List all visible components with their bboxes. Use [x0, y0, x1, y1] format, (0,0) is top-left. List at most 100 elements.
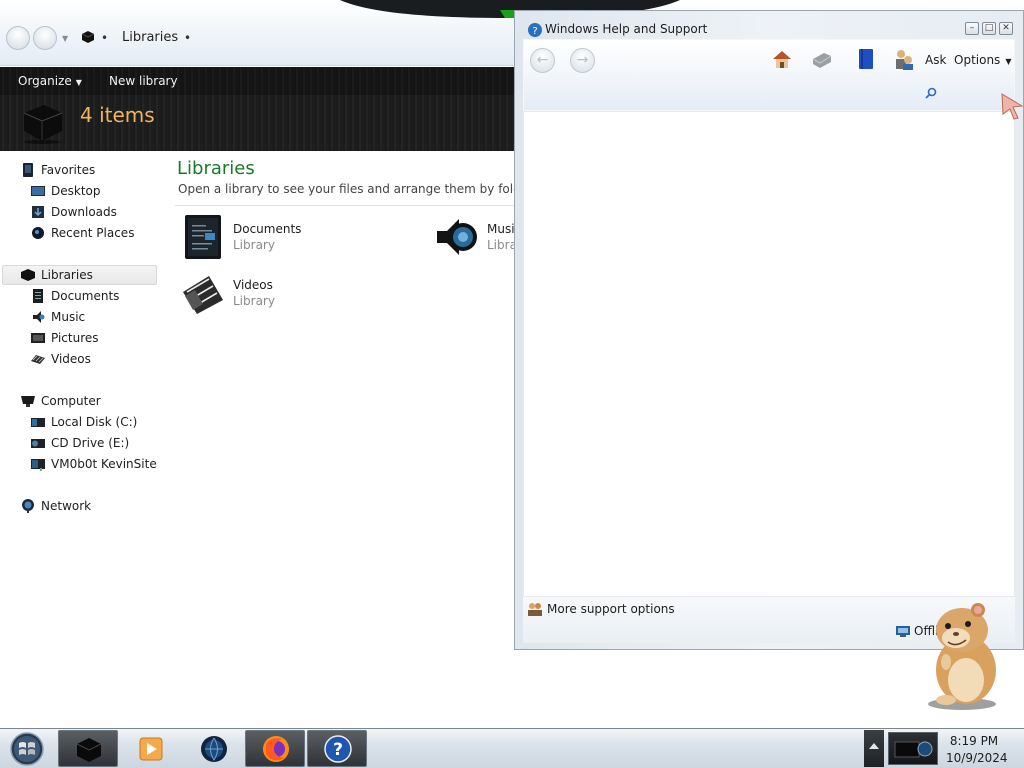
media-player-icon — [139, 737, 163, 761]
taskbar: ? 8:19 PM 10/9/2024 — [0, 728, 1024, 768]
sidebar-item-label: Documents — [51, 289, 120, 303]
music-library-icon — [437, 219, 477, 255]
sidebar-item-label: CD Drive (E:) — [51, 436, 130, 450]
taskbar-globe-button[interactable] — [183, 730, 243, 767]
help-support-window: ? Windows Help and Support – □ ✕ ← → Ask… — [514, 10, 1024, 650]
help-back-button[interactable]: ← — [530, 48, 555, 73]
recent-pages-chevron-icon[interactable]: ▼ — [62, 34, 70, 43]
mouse-cursor-icon — [1001, 93, 1024, 120]
taskbar-help-button[interactable]: ? — [307, 730, 367, 767]
sidebar-item-label: Pictures — [51, 331, 99, 345]
help-titlebar: ? Windows Help and Support – □ ✕ — [515, 11, 1023, 39]
sidebar-item-label: VM0b0t KevinSite — [51, 457, 157, 471]
sidebar-item-label: Local Disk (C:) — [51, 415, 138, 429]
breadcrumb-libraries[interactable]: Libraries — [122, 30, 178, 45]
sidebar-item-documents[interactable]: Documents — [30, 286, 119, 306]
taskbar-firefox-button[interactable] — [245, 730, 305, 767]
maximize-button[interactable]: □ — [982, 22, 996, 35]
help-icon: ? — [324, 735, 352, 763]
ask-button[interactable]: Ask — [925, 53, 946, 67]
minimize-button[interactable]: – — [965, 22, 979, 35]
organize-button[interactable]: Organize ▼ — [18, 74, 82, 88]
print-icon[interactable] — [810, 47, 834, 71]
help-forward-button[interactable]: → — [570, 48, 595, 73]
more-support-options-link[interactable]: More support options — [527, 601, 675, 617]
breadcrumb-separator[interactable]: • — [184, 31, 191, 45]
support-people-icon — [528, 603, 542, 616]
music-icon — [33, 311, 45, 323]
taskbar-explorer-button[interactable] — [58, 730, 118, 767]
sidebar-item-label: Favorites — [41, 163, 96, 177]
navigation-pane: Favorites Desktop Downloads Recent Place… — [0, 152, 165, 728]
libraries-icon — [76, 738, 102, 762]
content-pane: Libraries Open a library to see your fil… — [165, 152, 514, 728]
globe-icon — [201, 736, 227, 762]
svg-text:?: ? — [333, 740, 343, 760]
network-drive-icon — [31, 459, 45, 471]
sidebar-item-label: Desktop — [51, 184, 101, 198]
recent-places-icon — [32, 227, 44, 239]
library-item-videos[interactable]: Videos Library — [181, 270, 361, 320]
sidebar-item-recent-places[interactable]: Recent Places — [30, 223, 134, 243]
breadcrumb-separator[interactable]: • — [101, 31, 108, 45]
sidebar-item-label: Libraries — [41, 268, 93, 282]
libraries-icon — [81, 31, 95, 43]
sidebar-item-pictures[interactable]: Pictures — [30, 328, 99, 348]
library-item-documents[interactable]: Documents Library — [181, 214, 361, 264]
sidebar-item-downloads[interactable]: Downloads — [30, 202, 117, 222]
sidebar-item-local-disk[interactable]: Local Disk (C:) — [30, 412, 137, 432]
network-icon — [22, 499, 34, 513]
sidebar-item-favorites[interactable]: Favorites — [20, 160, 95, 180]
help-home-icon[interactable] — [770, 47, 794, 71]
sidebar-item-label: Music — [51, 310, 86, 324]
sidebar-item-label: Computer — [41, 394, 101, 408]
library-item-music[interactable]: Music Library — [435, 214, 514, 264]
sidebar-item-cd-drive[interactable]: CD Drive (E:) — [30, 433, 129, 453]
sidebar-item-label: Recent Places — [51, 226, 135, 240]
sidebar-item-label: Network — [41, 499, 92, 513]
sidebar-item-network-drive[interactable]: VM0b0t KevinSite — [30, 454, 157, 474]
organize-label: Organize — [18, 74, 72, 88]
sidebar-item-label: Downloads — [51, 205, 117, 219]
library-name: Videos — [233, 278, 273, 292]
documents-icon — [33, 289, 43, 303]
downloads-icon — [32, 206, 44, 218]
item-count: 4 items — [80, 103, 155, 127]
forward-button[interactable] — [33, 26, 57, 50]
search-icon[interactable] — [924, 86, 938, 100]
window-title: Windows Help and Support — [545, 22, 708, 36]
sidebar-item-videos[interactable]: Videos — [30, 349, 91, 369]
start-button[interactable] — [6, 731, 48, 767]
help-content-area — [523, 111, 1015, 597]
libraries-icon — [21, 269, 35, 281]
pictures-icon — [31, 333, 45, 343]
taskbar-media-player-button[interactable] — [120, 730, 180, 767]
chevron-down-icon: ▼ — [75, 78, 82, 87]
clock-time[interactable]: 8:19 PM — [946, 734, 1002, 748]
library-type: Library — [487, 238, 514, 252]
ask-someone-icon[interactable] — [892, 47, 916, 71]
new-library-label: New library — [109, 74, 178, 88]
back-button[interactable] — [6, 26, 30, 50]
close-button[interactable]: ✕ — [999, 22, 1013, 35]
clock-date[interactable]: 10/9/2024 — [946, 751, 1008, 765]
sidebar-item-music[interactable]: Music — [30, 307, 85, 327]
desktop-icon — [31, 186, 45, 196]
sidebar-item-network[interactable]: Network — [20, 496, 91, 516]
chevron-down-icon: ▼ — [1005, 57, 1012, 66]
offline-computer-icon — [896, 626, 910, 637]
videos-icon — [31, 355, 45, 364]
libraries-large-icon — [23, 105, 63, 144]
hamster-desktop-pet — [928, 603, 996, 710]
new-library-button[interactable]: New library — [109, 74, 178, 88]
firefox-icon — [263, 736, 289, 762]
more-support-label: More support options — [547, 602, 675, 616]
sidebar-item-libraries[interactable]: Libraries — [2, 265, 157, 285]
sidebar-item-computer[interactable]: Computer — [20, 391, 101, 411]
browse-help-icon[interactable] — [854, 47, 878, 71]
options-button[interactable]: Options ▼ — [954, 53, 1011, 67]
local-disk-icon — [31, 418, 45, 427]
library-type: Library — [233, 294, 275, 308]
sidebar-item-desktop[interactable]: Desktop — [30, 181, 101, 201]
tray-network-icon[interactable] — [888, 732, 938, 765]
